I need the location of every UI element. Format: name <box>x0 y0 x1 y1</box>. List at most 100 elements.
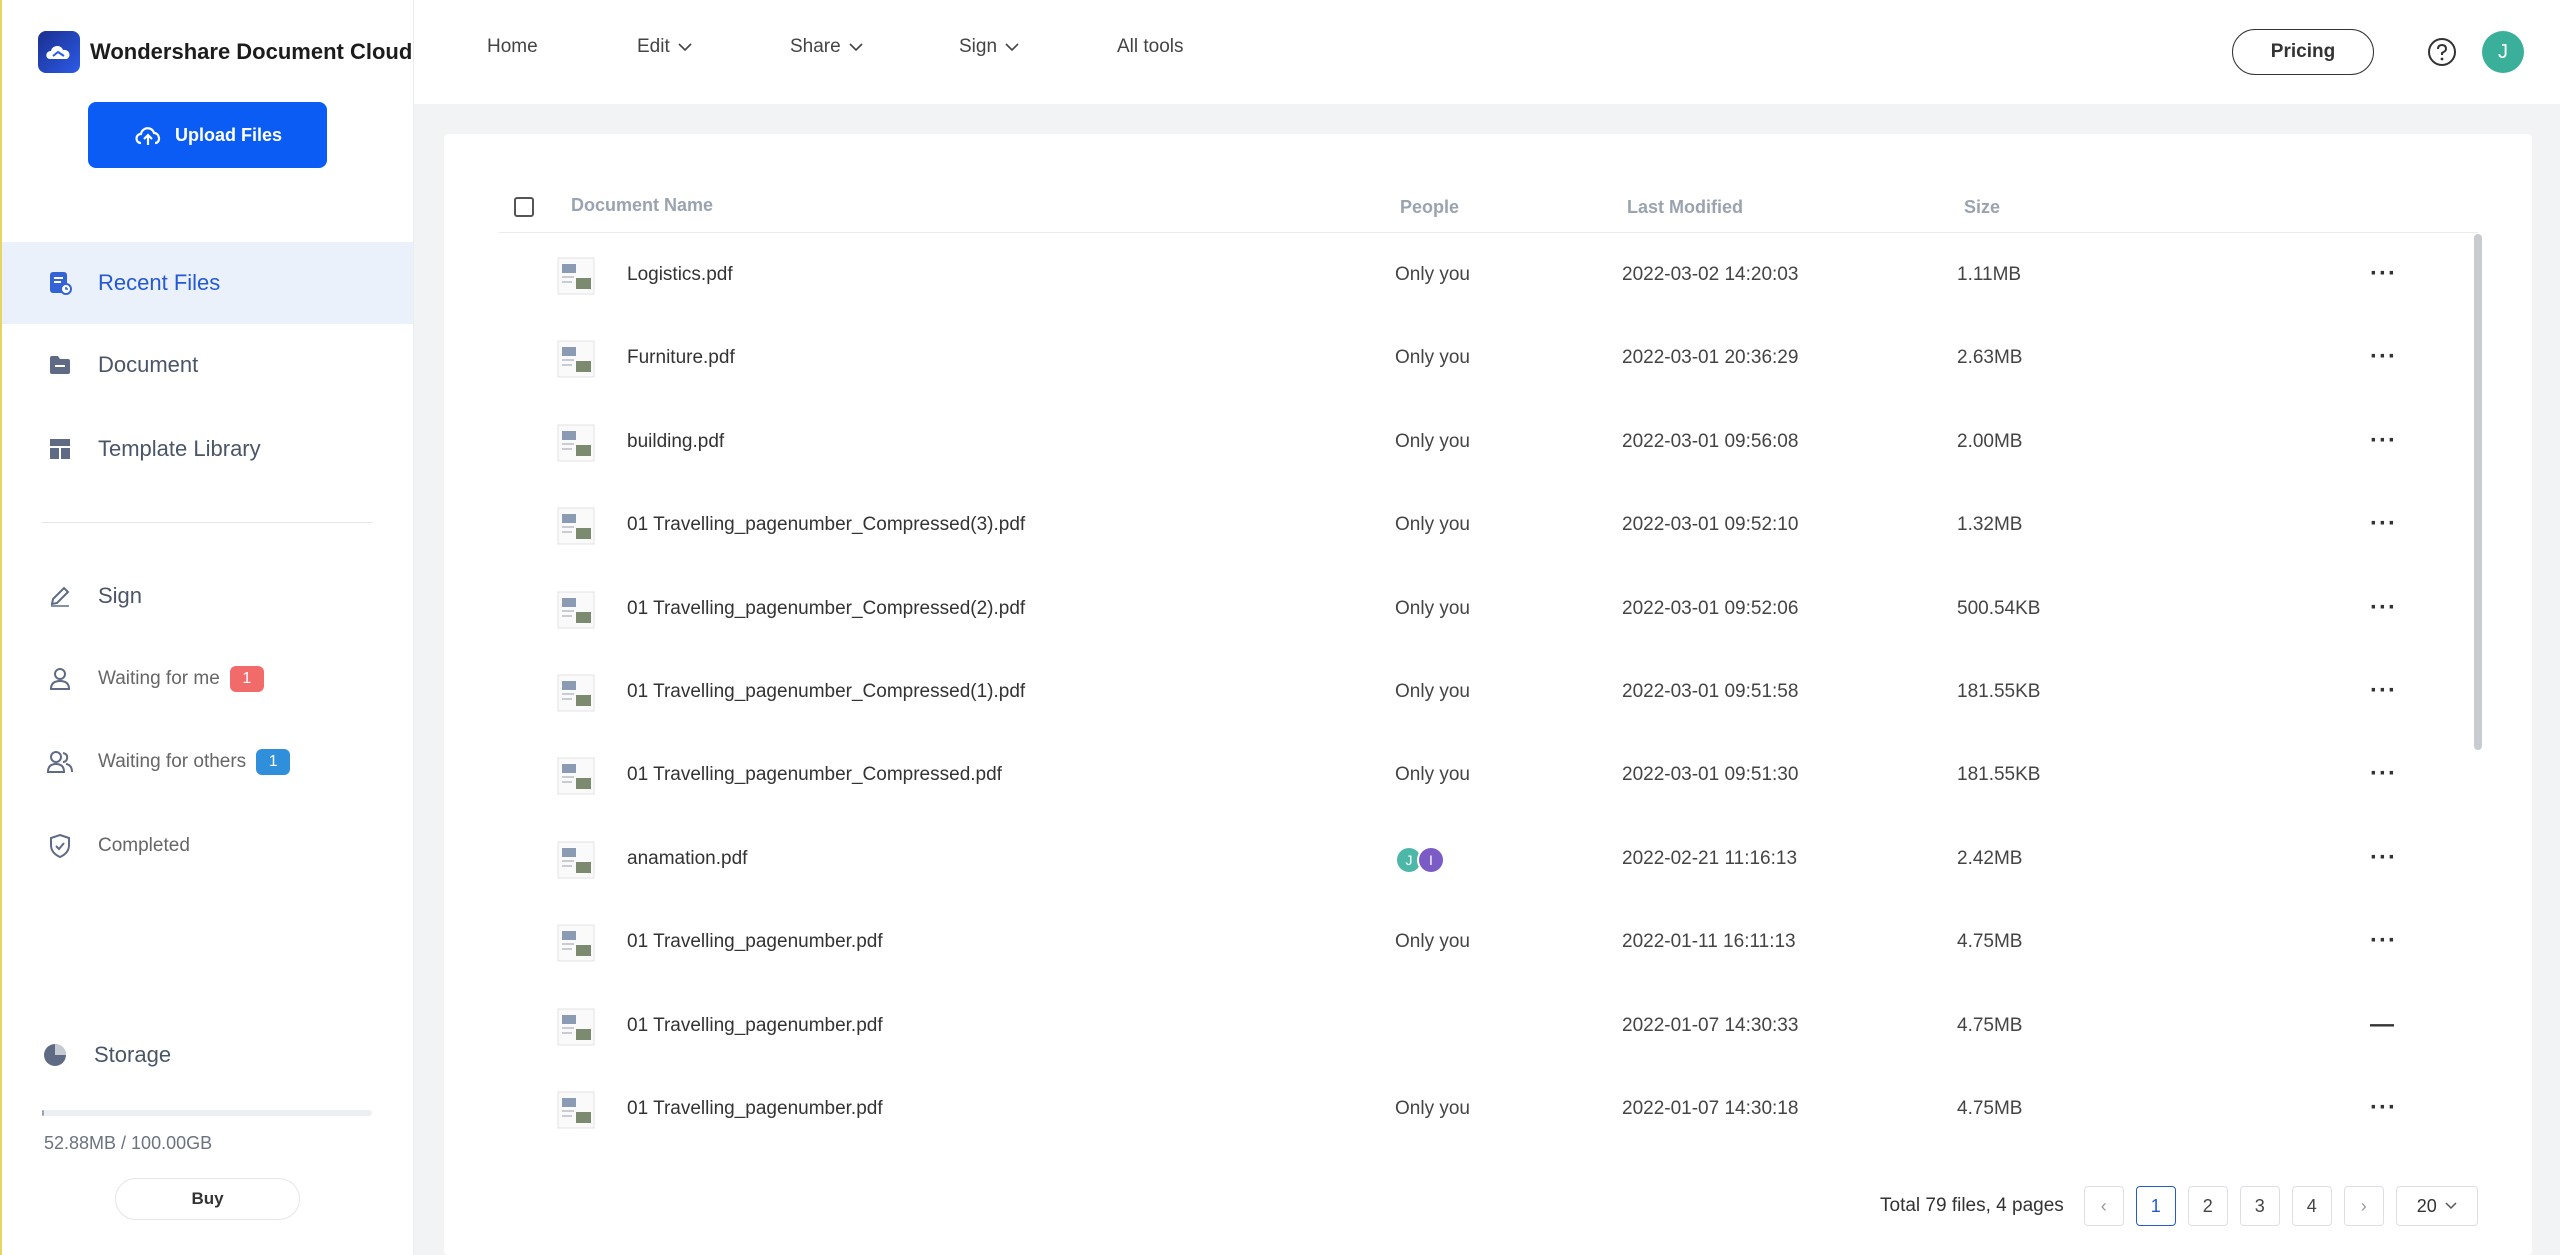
pagination-prev-button[interactable]: ‹ <box>2083 1186 2124 1226</box>
sidebar-item-waiting-for-others[interactable]: Waiting for others 1 <box>2 727 413 797</box>
table-row[interactable]: Furniture.pdf Only you 2022-03-01 20:36:… <box>498 317 2468 400</box>
sidebar-item-completed[interactable]: Completed <box>2 811 413 881</box>
table-row[interactable]: 01 Travelling_pagenumber_Compressed(1).p… <box>498 651 2468 734</box>
pagination-page-3[interactable]: 3 <box>2239 1186 2280 1226</box>
table-row[interactable]: 01 Travelling_pagenumber_Compressed.pdf … <box>498 734 2468 817</box>
more-actions-icon[interactable]: ··· <box>2370 510 2397 538</box>
pdf-thumbnail-icon <box>556 840 596 880</box>
table-row[interactable]: building.pdf Only you 2022-03-01 09:56:0… <box>498 401 2468 484</box>
nav-edit[interactable]: Edit <box>637 36 692 58</box>
file-name[interactable]: building.pdf <box>627 431 724 453</box>
recent-files-icon <box>46 269 74 297</box>
file-name[interactable]: Furniture.pdf <box>627 347 735 369</box>
upload-files-label: Upload Files <box>174 124 282 145</box>
waiting-for-others-label: Waiting for others <box>98 751 247 772</box>
file-name[interactable]: 01 Travelling_pagenumber_Compressed(1).p… <box>627 681 1025 703</box>
more-actions-icon[interactable]: — <box>2370 1011 2395 1039</box>
file-name[interactable]: 01 Travelling_pagenumber_Compressed.pdf <box>627 764 1002 786</box>
table-row[interactable]: 01 Travelling_pagenumber.pdf 2022-01-07 … <box>498 985 2468 1068</box>
brand-name: Wondershare Document Cloud <box>90 39 413 64</box>
select-all-checkbox[interactable] <box>514 197 534 217</box>
more-actions-icon[interactable]: ··· <box>2370 1094 2397 1122</box>
file-list-panel: Document Name People Last Modified Size … <box>444 134 2532 1255</box>
file-name[interactable]: anamation.pdf <box>627 848 747 870</box>
more-actions-icon[interactable]: ··· <box>2370 594 2397 622</box>
nav-all-tools[interactable]: All tools <box>1117 36 1184 58</box>
table-row[interactable]: anamation.pdf 2022-02-21 11:16:13 2.42MB… <box>498 818 2468 901</box>
folder-icon <box>46 351 74 379</box>
upload-files-button[interactable]: Upload Files <box>88 102 327 168</box>
file-last-modified: 2022-03-01 09:52:10 <box>1622 514 1799 536</box>
file-name[interactable]: 01 Travelling_pagenumber_Compressed(2).p… <box>627 598 1025 620</box>
file-name[interactable]: Logistics.pdf <box>627 264 733 286</box>
nav-home-label: Home <box>487 36 538 57</box>
more-actions-icon[interactable]: ··· <box>2370 927 2397 955</box>
file-people: Only you <box>1395 597 1470 619</box>
pagination-page-2[interactable]: 2 <box>2187 1186 2228 1226</box>
pdf-thumbnail-icon <box>556 1007 596 1047</box>
column-header-last-modified[interactable]: Last Modified <box>1627 197 1743 218</box>
file-name[interactable]: 01 Travelling_pagenumber.pdf <box>627 1098 883 1120</box>
more-actions-icon[interactable]: ··· <box>2370 760 2397 788</box>
nav-sign[interactable]: Sign <box>959 36 1019 58</box>
file-people: Only you <box>1395 1098 1470 1119</box>
pricing-button[interactable]: Pricing <box>2232 29 2374 75</box>
table-row[interactable]: Logistics.pdf Only you 2022-03-02 14:20:… <box>498 234 2468 317</box>
pagination-page-4[interactable]: 4 <box>2291 1186 2332 1226</box>
column-header-name[interactable]: Document Name <box>571 195 713 216</box>
brand[interactable]: Wondershare Document Cloud <box>38 30 412 74</box>
file-name[interactable]: 01 Travelling_pagenumber.pdf <box>627 1015 883 1037</box>
help-icon[interactable] <box>2427 37 2457 67</box>
more-actions-icon[interactable]: ··· <box>2370 844 2397 872</box>
file-last-modified: 2022-03-01 09:51:30 <box>1622 764 1799 786</box>
sidebar-item-template-library[interactable]: Template Library <box>2 408 413 490</box>
shield-check-icon <box>46 832 74 860</box>
users-icon <box>46 748 74 776</box>
more-actions-icon[interactable]: ··· <box>2370 260 2397 288</box>
buy-button[interactable]: Buy <box>115 1178 300 1220</box>
storage-progress-bar <box>42 1110 372 1116</box>
cloud-upload-icon <box>135 127 161 145</box>
page-size-select[interactable]: 20 <box>2395 1186 2478 1226</box>
storage-label: Storage <box>94 1042 172 1067</box>
sidebar-item-label: Document <box>98 352 199 377</box>
file-size: 4.75MB <box>1957 931 2023 953</box>
table-row[interactable]: 01 Travelling_pagenumber_Compressed(2).p… <box>498 568 2468 651</box>
pagination-next-button[interactable]: › <box>2343 1186 2384 1226</box>
chevron-down-icon <box>1005 43 1019 52</box>
more-actions-icon[interactable]: ··· <box>2370 343 2397 371</box>
table-row[interactable]: 01 Travelling_pagenumber.pdf Only you 20… <box>498 901 2468 984</box>
user-avatar[interactable]: J <box>2482 31 2524 73</box>
sidebar-item-sign[interactable]: Sign <box>2 561 413 631</box>
pagination: Total 79 files, 4 pages ‹ 1 2 3 4 › 20 <box>1880 1186 2478 1226</box>
sidebar-item-document[interactable]: Document <box>2 324 413 406</box>
file-last-modified: 2022-03-02 14:20:03 <box>1622 264 1799 285</box>
table-row[interactable]: 01 Travelling_pagenumber.pdf Only you 20… <box>498 1068 2468 1151</box>
pdf-thumbnail-icon <box>556 590 596 630</box>
waiting-for-others-badge: 1 <box>256 749 291 775</box>
nav-edit-label: Edit <box>637 36 670 57</box>
template-icon <box>46 435 74 463</box>
sidebar-item-recent-files[interactable]: Recent Files <box>2 242 413 324</box>
file-size: 500.54KB <box>1957 597 2041 619</box>
pagination-page-1[interactable]: 1 <box>2135 1186 2176 1226</box>
nav-home[interactable]: Home <box>487 36 538 58</box>
waiting-for-me-label: Waiting for me <box>98 668 220 689</box>
file-size: 1.32MB <box>1957 514 2023 536</box>
file-people: Only you <box>1395 764 1470 786</box>
pdf-thumbnail-icon <box>556 256 596 296</box>
column-header-people: People <box>1400 197 1460 217</box>
file-people: Only you <box>1395 347 1470 369</box>
file-name[interactable]: 01 Travelling_pagenumber.pdf <box>627 931 883 953</box>
sidebar-item-waiting-for-me[interactable]: Waiting for me 1 <box>2 644 413 714</box>
scrollbar-thumb[interactable] <box>2474 234 2482 750</box>
table-row[interactable]: 01 Travelling_pagenumber_Compressed(3).p… <box>498 484 2468 567</box>
file-size: 2.42MB <box>1957 847 2023 869</box>
file-name[interactable]: 01 Travelling_pagenumber_Compressed(3).p… <box>627 514 1025 536</box>
column-header-size[interactable]: Size <box>1964 197 2000 218</box>
more-actions-icon[interactable]: ··· <box>2370 427 2397 455</box>
more-actions-icon[interactable]: ··· <box>2370 677 2397 705</box>
file-last-modified: 2022-03-01 09:56:08 <box>1622 430 1799 452</box>
chevron-down-icon <box>2445 1202 2457 1210</box>
nav-share[interactable]: Share <box>790 36 863 58</box>
